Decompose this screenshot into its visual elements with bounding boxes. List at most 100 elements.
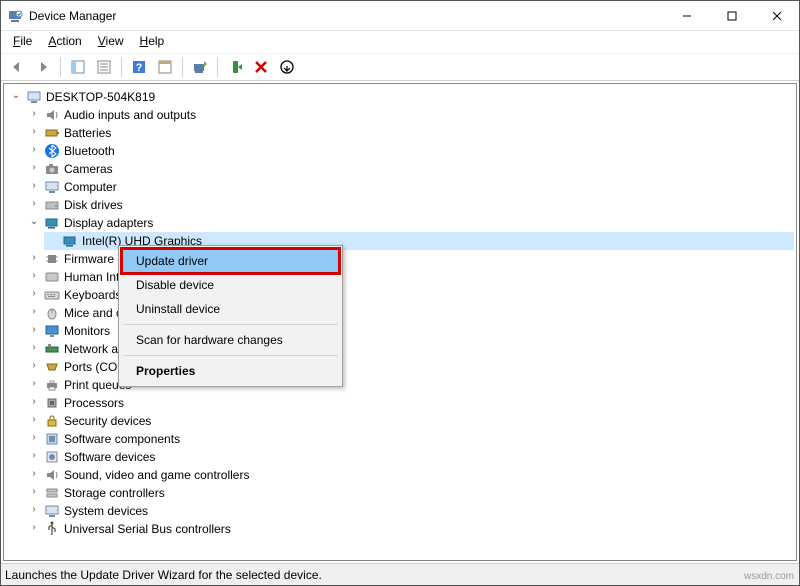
tree-item-system[interactable]: › System devices bbox=[26, 502, 794, 520]
chevron-right-icon[interactable]: › bbox=[28, 144, 40, 156]
tree-label: Processors bbox=[64, 394, 124, 412]
maximize-button[interactable] bbox=[709, 1, 754, 30]
speaker-icon bbox=[44, 107, 60, 123]
forward-button[interactable] bbox=[31, 55, 55, 79]
software-icon bbox=[44, 449, 60, 465]
enable-device-toolbar-button[interactable] bbox=[223, 55, 247, 79]
chevron-right-icon[interactable]: › bbox=[28, 270, 40, 282]
tree-item-cameras[interactable]: › Cameras bbox=[26, 160, 794, 178]
tree-item-displayadapters[interactable]: ⌄ Display adapters bbox=[26, 214, 794, 232]
back-button[interactable] bbox=[5, 55, 29, 79]
tree-label: Cameras bbox=[64, 160, 113, 178]
tree-item-processors[interactable]: › Processors bbox=[26, 394, 794, 412]
tree-label: Security devices bbox=[64, 412, 151, 430]
ctx-disable-device[interactable]: Disable device bbox=[122, 273, 339, 297]
tree-root[interactable]: ⌄ DESKTOP-504K819 bbox=[8, 88, 794, 106]
tree-label: Keyboards bbox=[64, 286, 121, 304]
chevron-right-icon[interactable]: › bbox=[28, 306, 40, 318]
show-hidden-button[interactable] bbox=[153, 55, 177, 79]
battery-icon bbox=[44, 125, 60, 141]
chevron-right-icon[interactable]: › bbox=[28, 504, 40, 516]
show-hide-tree-button[interactable] bbox=[66, 55, 90, 79]
toolbar: ? bbox=[1, 53, 799, 81]
tree-item-usb[interactable]: › Universal Serial Bus controllers bbox=[26, 520, 794, 538]
ctx-properties[interactable]: Properties bbox=[122, 359, 339, 383]
uninstall-device-toolbar-button[interactable] bbox=[275, 55, 299, 79]
tree-item-bluetooth[interactable]: ›Bluetooth bbox=[26, 142, 794, 160]
tree-item-diskdrives[interactable]: ›Disk drives bbox=[26, 196, 794, 214]
ctx-scan-hardware[interactable]: Scan for hardware changes bbox=[122, 328, 339, 352]
display-adapter-icon bbox=[44, 215, 60, 231]
tree-item-batteries[interactable]: › Batteries bbox=[26, 124, 794, 142]
tree-label: Sound, video and game controllers bbox=[64, 466, 249, 484]
chevron-right-icon[interactable]: › bbox=[28, 162, 40, 174]
tree-item-sound[interactable]: › Sound, video and game controllers bbox=[26, 466, 794, 484]
tree-label: System devices bbox=[64, 502, 148, 520]
ctx-uninstall-device[interactable]: Uninstall device bbox=[122, 297, 339, 321]
menu-file[interactable]: File bbox=[7, 33, 38, 49]
chevron-right-icon[interactable]: › bbox=[28, 522, 40, 534]
chevron-right-icon[interactable]: › bbox=[28, 432, 40, 444]
tree-root-label: DESKTOP-504K819 bbox=[46, 88, 155, 106]
cpu-icon bbox=[44, 395, 60, 411]
properties-toolbar-button[interactable] bbox=[92, 55, 116, 79]
port-icon bbox=[44, 359, 60, 375]
chevron-right-icon[interactable]: › bbox=[28, 108, 40, 120]
chevron-right-icon[interactable]: › bbox=[28, 486, 40, 498]
chevron-right-icon[interactable]: › bbox=[28, 198, 40, 210]
ctx-separator bbox=[123, 324, 338, 325]
tree-item-security[interactable]: › Security devices bbox=[26, 412, 794, 430]
computer-icon bbox=[26, 89, 42, 105]
computer-icon bbox=[44, 179, 60, 195]
usb-icon bbox=[44, 521, 60, 537]
app-icon bbox=[7, 8, 23, 24]
chevron-right-icon[interactable]: › bbox=[28, 324, 40, 336]
chevron-down-icon[interactable]: ⌄ bbox=[28, 216, 40, 228]
chevron-right-icon[interactable]: › bbox=[28, 288, 40, 300]
tree-label: Audio inputs and outputs bbox=[64, 106, 196, 124]
titlebar: Device Manager bbox=[1, 1, 799, 31]
statusbar: Launches the Update Driver Wizard for th… bbox=[1, 563, 799, 585]
system-icon bbox=[44, 503, 60, 519]
chevron-right-icon[interactable]: › bbox=[28, 360, 40, 372]
tree-label: Display adapters bbox=[64, 214, 153, 232]
storage-icon bbox=[44, 485, 60, 501]
tree-label: Batteries bbox=[64, 124, 111, 142]
disable-device-toolbar-button[interactable] bbox=[249, 55, 273, 79]
menu-action[interactable]: Action bbox=[42, 33, 87, 49]
bluetooth-icon bbox=[44, 143, 60, 159]
chevron-right-icon[interactable]: › bbox=[28, 126, 40, 138]
component-icon bbox=[44, 431, 60, 447]
tree-item-softdevices[interactable]: › Software devices bbox=[26, 448, 794, 466]
chevron-right-icon[interactable]: › bbox=[28, 342, 40, 354]
minimize-button[interactable] bbox=[664, 1, 709, 30]
chevron-right-icon[interactable]: › bbox=[28, 396, 40, 408]
menu-help[interactable]: Help bbox=[134, 33, 171, 49]
chevron-right-icon[interactable]: › bbox=[28, 468, 40, 480]
chevron-down-icon[interactable]: ⌄ bbox=[10, 90, 22, 102]
svg-text:?: ? bbox=[136, 62, 143, 74]
tree-label: Universal Serial Bus controllers bbox=[64, 520, 231, 538]
tree-label: Software devices bbox=[64, 448, 155, 466]
chevron-right-icon[interactable]: › bbox=[28, 252, 40, 264]
ctx-update-driver[interactable]: Update driver bbox=[122, 249, 339, 273]
chevron-right-icon[interactable]: › bbox=[28, 180, 40, 192]
tree-item-softcomponents[interactable]: ›Software components bbox=[26, 430, 794, 448]
tree-item-storage[interactable]: › Storage controllers bbox=[26, 484, 794, 502]
chevron-right-icon[interactable]: › bbox=[28, 450, 40, 462]
tree-label: Storage controllers bbox=[64, 484, 165, 502]
close-button[interactable] bbox=[754, 1, 799, 30]
hid-icon bbox=[44, 269, 60, 285]
update-driver-toolbar-button[interactable] bbox=[188, 55, 212, 79]
window-title: Device Manager bbox=[29, 9, 116, 23]
chevron-right-icon[interactable]: › bbox=[28, 378, 40, 390]
disk-icon bbox=[44, 197, 60, 213]
tree-item-audio[interactable]: › Audio inputs and outputs bbox=[26, 106, 794, 124]
menu-view[interactable]: View bbox=[92, 33, 130, 49]
tree-item-computer[interactable]: ›Computer bbox=[26, 178, 794, 196]
statusbar-text: Launches the Update Driver Wizard for th… bbox=[5, 568, 322, 582]
keyboard-icon bbox=[44, 287, 60, 303]
help-toolbar-button[interactable]: ? bbox=[127, 55, 151, 79]
camera-icon bbox=[44, 161, 60, 177]
chevron-right-icon[interactable]: › bbox=[28, 414, 40, 426]
